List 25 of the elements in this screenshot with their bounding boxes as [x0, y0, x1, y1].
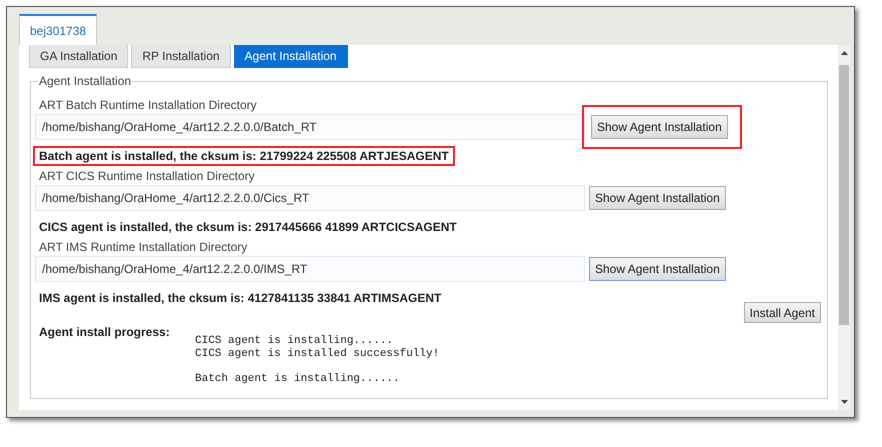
status-text: CICS agent is installed, the cksum is: 2917445666 41899 ARTCICSAGENT	[38, 219, 458, 236]
show-installation-button[interactable]: Show Agent Installation	[589, 257, 726, 281]
tab[interactable]: bej301738	[19, 14, 98, 45]
section-legend: Agent Installation	[38, 74, 132, 88]
status-text: IMS agent is installed, the cksum is: 4127841135 33841 ARTIMSAGENT	[38, 290, 442, 307]
field-label: ART IMS Runtime Installation Directory	[39, 240, 248, 254]
scrollbar[interactable]	[838, 45, 850, 410]
log-line: Batch agent is installing......	[195, 373, 401, 386]
show-installation-button[interactable]: Show Agent Installation	[591, 115, 728, 139]
show-installation-button[interactable]: Show Agent Installation	[589, 186, 726, 210]
install-agent-button[interactable]: Install Agent	[744, 302, 821, 323]
tab[interactable]: GA Installation	[29, 45, 128, 68]
scroll-down-icon[interactable]	[840, 400, 848, 404]
status-text: Batch agent is installed, the cksum is: 21799224 225508 ARTJESAGENT	[33, 146, 455, 166]
tab[interactable]: Agent Installation	[234, 45, 348, 68]
directory-field[interactable]: /home/bishang/OraHome_4/art12.2.2.0.0/IMS_RT	[35, 256, 585, 282]
field-label: ART Batch Runtime Installation Directory	[39, 98, 258, 112]
log-line: CICS agent is installed successfully!	[195, 348, 440, 361]
log-line: CICS agent is installing......	[195, 335, 394, 348]
directory-field[interactable]: /home/bishang/OraHome_4/art12.2.2.0.0/Batch_RT	[35, 114, 585, 140]
scroll-up-icon[interactable]	[840, 51, 848, 55]
tab[interactable]: RP Installation	[131, 45, 231, 68]
directory-field[interactable]: /home/bishang/OraHome_4/art12.2.2.0.0/Cics_RT	[35, 185, 585, 211]
field-label: ART CICS Runtime Installation Directory	[39, 169, 256, 183]
progress-label: Agent install progress:	[39, 325, 171, 341]
